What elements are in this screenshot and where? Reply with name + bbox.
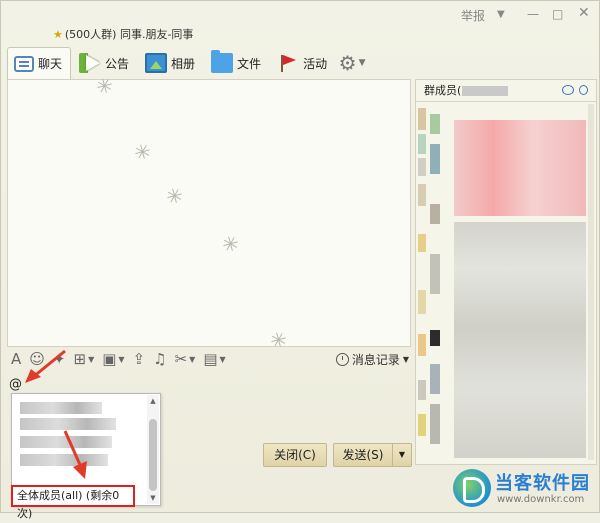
message-history-button[interactable]: 消息记录 ▼ bbox=[335, 351, 409, 368]
send-button[interactable]: 发送(S) bbox=[333, 443, 393, 467]
history-label: 消息记录 bbox=[351, 353, 400, 367]
scissors-icon[interactable]: ✂ ▼ bbox=[175, 350, 196, 368]
site-logo bbox=[453, 469, 491, 507]
minimize-icon[interactable]: — bbox=[527, 7, 539, 21]
tab-notice-label: 公告 bbox=[105, 56, 130, 71]
ant-decoration-icon: ✳ bbox=[217, 229, 244, 259]
title-bar: ★ (500人群) 同事.朋友-同事 举报 ▼ — □ ✕ bbox=[1, 1, 600, 41]
screen-share-icon[interactable]: ▤ ▼ bbox=[203, 350, 225, 368]
tab-files-label: 文件 bbox=[237, 56, 262, 71]
settings-button[interactable]: ⚙ ▼ bbox=[337, 47, 367, 79]
blurred-admin-names bbox=[454, 120, 586, 216]
avatar-column bbox=[430, 104, 440, 462]
chat-icon[interactable] bbox=[579, 85, 588, 95]
tab-chat-label: 聊天 bbox=[38, 57, 63, 71]
gear-icon: ⚙ bbox=[338, 51, 357, 75]
flag-icon bbox=[277, 53, 299, 73]
window-title: ★ (500人群) 同事.朋友-同事 bbox=[53, 26, 193, 42]
scroll-thumb[interactable] bbox=[149, 419, 157, 491]
megaphone-icon bbox=[79, 53, 102, 73]
member-list-panel: 群成员( bbox=[415, 79, 597, 465]
member-list-title: 群成员( bbox=[424, 83, 462, 97]
close-icon[interactable]: ✕ bbox=[578, 5, 590, 21]
blurred-member-names bbox=[454, 222, 586, 458]
arrow-annotation-icon bbox=[25, 349, 66, 383]
clock-icon bbox=[335, 353, 349, 366]
tab-chat[interactable]: 聊天 bbox=[7, 47, 72, 79]
qq-group-chat-window: ★ (500人群) 同事.朋友-同事 举报 ▼ — □ ✕ 聊天 公告 相册 文件… bbox=[0, 0, 600, 520]
scroll-down-icon[interactable]: ▼ bbox=[147, 492, 159, 504]
chevron-down-icon: ▼ bbox=[358, 58, 366, 68]
send-options-dropdown[interactable]: ▼ bbox=[392, 443, 412, 467]
tab-album-label: 相册 bbox=[171, 56, 196, 71]
mention-member-item[interactable] bbox=[20, 402, 102, 414]
site-watermark: 当客软件园 www.downkr.com bbox=[453, 467, 600, 514]
watermark-url: www.downkr.com bbox=[497, 494, 585, 505]
folder-icon bbox=[211, 50, 234, 73]
tab-events[interactable]: 活动 bbox=[271, 48, 335, 78]
star-icon: ★ bbox=[53, 28, 63, 41]
avatar-column bbox=[418, 104, 426, 462]
chevron-down-icon: ▼ bbox=[402, 355, 409, 364]
chat-bubble-icon bbox=[14, 55, 34, 72]
mention-scrollbar[interactable]: ▲ ▼ bbox=[147, 395, 159, 504]
tab-events-label: 活动 bbox=[303, 56, 328, 71]
feature-tabs: 聊天 公告 相册 文件 活动 ⚙ ▼ bbox=[7, 47, 367, 79]
watermark-title: 当客软件园 bbox=[495, 473, 590, 494]
member-scrollbar[interactable] bbox=[588, 104, 594, 460]
tab-files[interactable]: 文件 bbox=[205, 48, 269, 78]
blurred-member-count bbox=[462, 85, 509, 96]
mention-all-members-option[interactable]: 全体成员(all) (剩余0次) bbox=[11, 485, 135, 520]
search-icon[interactable] bbox=[562, 85, 574, 95]
ant-decoration-icon: ✳ bbox=[129, 137, 156, 167]
group-name: (500人群) 同事.朋友-同事 bbox=[64, 28, 194, 41]
gift-icon[interactable]: ⊞ ▼ bbox=[73, 350, 94, 368]
member-list[interactable] bbox=[418, 104, 594, 462]
upload-icon[interactable]: ⇪ bbox=[133, 350, 146, 368]
ant-decoration-icon: ✳ bbox=[161, 181, 188, 211]
tab-album[interactable]: 相册 bbox=[139, 48, 203, 78]
close-button[interactable]: 关闭(C) bbox=[263, 443, 327, 467]
arrow-annotation-icon bbox=[63, 430, 87, 479]
maximize-icon[interactable]: □ bbox=[552, 7, 563, 21]
music-icon[interactable]: ♫ bbox=[153, 350, 166, 368]
scroll-up-icon[interactable]: ▲ bbox=[147, 395, 159, 407]
chat-message-area[interactable]: ✳ ✳ ✳ ✳ ✳ bbox=[7, 71, 411, 355]
report-button[interactable]: 举报 bbox=[461, 7, 485, 24]
photo-album-icon bbox=[145, 53, 168, 73]
image-icon[interactable]: ▣ ▼ bbox=[102, 350, 124, 368]
menu-dropdown-icon[interactable]: ▼ bbox=[497, 9, 505, 20]
